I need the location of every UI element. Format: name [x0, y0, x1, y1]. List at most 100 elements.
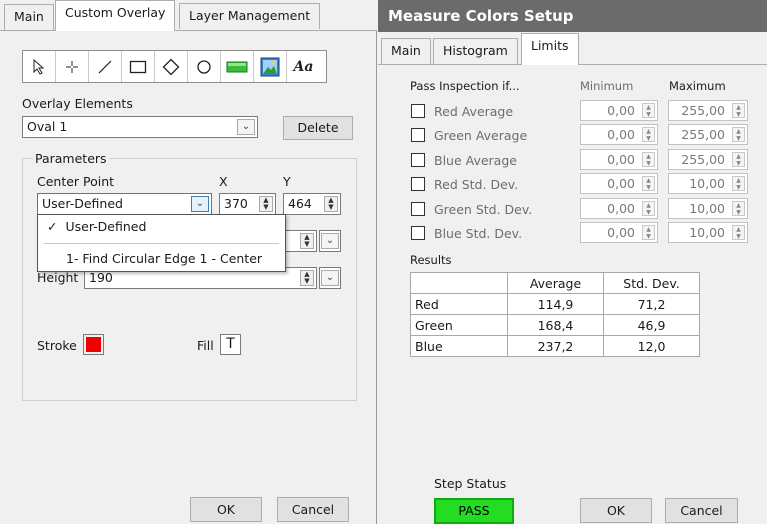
dropdown-item-find-circular-edge[interactable]: 1- Find Circular Edge 1 - Center [66, 251, 262, 266]
spin-arrows-icon[interactable]: ▲ ▼ [732, 127, 745, 142]
tab-layer-management[interactable]: Layer Management [179, 3, 321, 29]
limit-row-label: Blue Std. Dev. [434, 226, 523, 241]
spin-arrows-icon[interactable]: ▲ ▼ [732, 176, 745, 191]
rectangle-icon[interactable] [122, 51, 155, 82]
spin-arrows-icon[interactable]: ▲ ▼ [642, 176, 655, 191]
overlay-elements-label: Overlay Elements [22, 96, 133, 111]
results-table: Average Std. Dev. Red 114,9 71,2 Green 1… [410, 272, 700, 357]
table-row-name: Blue [410, 335, 508, 357]
chevron-down-icon[interactable]: ⌄ [321, 270, 339, 286]
ok-button[interactable]: OK [190, 497, 262, 522]
overlay-elements-select[interactable]: Oval 1 ⌄ [22, 116, 258, 138]
center-x-value: 370 [224, 196, 248, 211]
line-icon[interactable] [89, 51, 122, 82]
delete-button[interactable]: Delete [283, 116, 353, 140]
height-value: 190 [89, 270, 113, 285]
y-label: Y [283, 174, 291, 189]
green-std-dev-max-input[interactable]: 10,00 ▲ ▼ [668, 198, 748, 219]
center-y-stepper[interactable]: 464 ▲ ▼ [283, 193, 341, 215]
table-header-std-dev: Std. Dev. [603, 272, 700, 294]
cancel-button[interactable]: Cancel [277, 497, 349, 522]
text-tool-glyph: Aa [293, 58, 314, 75]
blue-average-max-input[interactable]: 255,00 ▲ ▼ [668, 149, 748, 170]
center-point-label: Center Point [37, 174, 115, 189]
tab-custom-overlay[interactable]: Custom Overlay [55, 0, 176, 31]
spin-arrows-icon[interactable]: ▲ ▼ [732, 152, 745, 167]
spin-arrows-icon[interactable]: ▲ ▼ [300, 233, 314, 249]
table-cell-std-dev: 71,2 [603, 293, 700, 315]
center-y-value: 464 [288, 196, 312, 211]
red-average-min-input[interactable]: 0,00 ▲ ▼ [580, 100, 658, 121]
red-std-dev-min-input[interactable]: 0,00 ▲ ▼ [580, 173, 658, 194]
limit-min-value: 0,00 [607, 152, 635, 167]
spin-arrows-icon[interactable]: ▲ ▼ [642, 152, 655, 167]
chevron-down-icon[interactable]: ⌄ [237, 119, 255, 135]
fill-color-swatch[interactable]: T [220, 334, 241, 355]
blue-std-dev-max-input[interactable]: 10,00 ▲ ▼ [668, 222, 748, 243]
spin-arrows-icon[interactable]: ▲ ▼ [642, 127, 655, 142]
tab-main[interactable]: Main [381, 38, 431, 64]
stroke-label: Stroke [37, 338, 77, 353]
limit-max-value: 255,00 [681, 152, 725, 167]
green-average-min-input[interactable]: 0,00 ▲ ▼ [580, 124, 658, 145]
red-std-dev-max-input[interactable]: 10,00 ▲ ▼ [668, 173, 748, 194]
pointer-icon[interactable] [23, 51, 56, 82]
checkbox-blue-std-dev[interactable] [411, 226, 425, 240]
tab-limits[interactable]: Limits [521, 33, 579, 65]
tab-histogram-label: Histogram [443, 43, 508, 58]
center-x-stepper[interactable]: 370 ▲ ▼ [219, 193, 276, 215]
table-corner-cell [410, 272, 508, 294]
checkbox-green-std-dev[interactable] [411, 202, 425, 216]
spin-arrows-icon[interactable]: ▲ ▼ [732, 103, 745, 118]
center-point-select[interactable]: User-Defined ⌄ [37, 193, 212, 215]
blue-average-min-input[interactable]: 0,00 ▲ ▼ [580, 149, 658, 170]
text-icon[interactable]: Aa [287, 51, 320, 82]
checkbox-blue-average[interactable] [411, 153, 425, 167]
stroke-color-swatch[interactable] [83, 334, 104, 355]
green-std-dev-min-input[interactable]: 0,00 ▲ ▼ [580, 198, 658, 219]
cancel-button[interactable]: Cancel [665, 498, 738, 523]
limit-row-label: Red Average [434, 104, 514, 119]
table-cell-std-dev: 46,9 [603, 314, 700, 336]
results-label: Results [410, 253, 452, 267]
spin-arrows-icon[interactable]: ▲ ▼ [642, 225, 655, 240]
dropdown-item-label: User-Defined [65, 219, 147, 234]
chevron-down-icon[interactable]: ⌄ [321, 233, 339, 249]
checkbox-red-std-dev[interactable] [411, 177, 425, 191]
crosshair-icon[interactable] [56, 51, 89, 82]
table-row: Green 168,4 46,9 [410, 314, 700, 336]
window-title: Measure Colors Setup [378, 0, 767, 32]
spin-arrows-icon[interactable]: ▲ ▼ [259, 196, 273, 212]
spin-arrows-icon[interactable]: ▲ ▼ [642, 103, 655, 118]
green-average-max-input[interactable]: 255,00 ▲ ▼ [668, 124, 748, 145]
chevron-down-icon[interactable]: ⌄ [191, 196, 209, 212]
spin-arrows-icon[interactable]: ▲ ▼ [300, 270, 314, 286]
spin-arrows-icon[interactable]: ▲ ▼ [732, 201, 745, 216]
maximum-header: Maximum [669, 79, 726, 93]
ok-button[interactable]: OK [580, 498, 652, 523]
table-cell-average: 114,9 [507, 293, 604, 315]
image-icon[interactable] [254, 51, 287, 82]
spin-arrows-icon[interactable]: ▲ ▼ [324, 196, 338, 212]
transparent-fill-icon: T [226, 336, 235, 352]
height-unit-select[interactable]: ⌄ [319, 267, 341, 289]
checkbox-green-average[interactable] [411, 128, 425, 142]
bar-icon[interactable] [221, 51, 254, 82]
limit-max-value: 255,00 [681, 103, 725, 118]
width-unit-select[interactable]: ⌄ [319, 230, 341, 252]
limit-max-value: 10,00 [689, 176, 725, 191]
diamond-icon[interactable] [155, 51, 188, 82]
tab-histogram[interactable]: Histogram [433, 38, 518, 64]
spin-arrows-icon[interactable]: ▲ ▼ [642, 201, 655, 216]
dropdown-item-user-defined[interactable]: ✓ User-Defined [47, 219, 146, 234]
parameters-label: Parameters [33, 151, 109, 166]
blue-std-dev-min-input[interactable]: 0,00 ▲ ▼ [580, 222, 658, 243]
oval-icon[interactable] [188, 51, 221, 82]
checkbox-red-average[interactable] [411, 104, 425, 118]
limit-max-value: 10,00 [689, 201, 725, 216]
spin-arrows-icon[interactable]: ▲ ▼ [732, 225, 745, 240]
center-mode-value: User-Defined [42, 196, 123, 211]
tab-main[interactable]: Main [4, 4, 54, 30]
status-badge: PASS [434, 498, 514, 524]
red-average-max-input[interactable]: 255,00 ▲ ▼ [668, 100, 748, 121]
